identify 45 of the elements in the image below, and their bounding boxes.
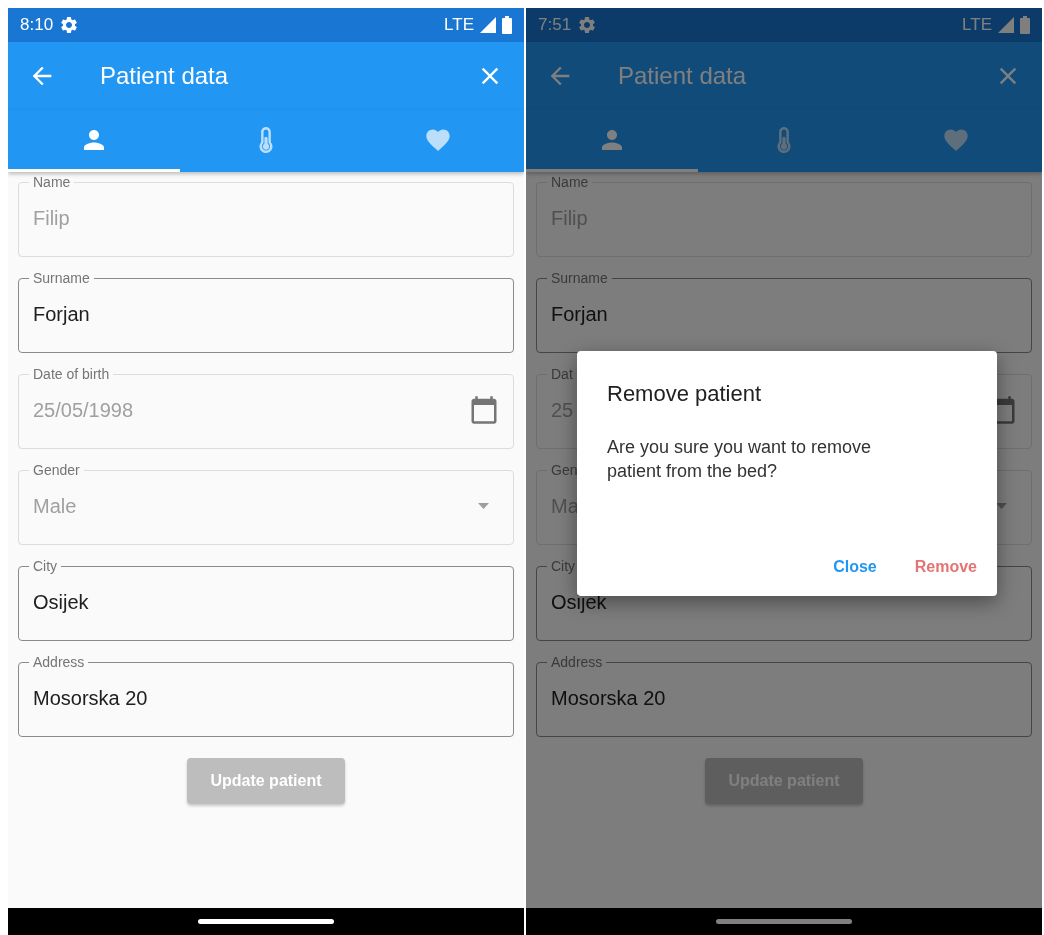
- field-value: Male: [33, 494, 77, 518]
- field-value: Forjan: [33, 302, 90, 326]
- dialog-message: Are you sure you want to remove patient from the bed?: [607, 436, 873, 483]
- dialog-action[interactable]: Close: [833, 558, 877, 576]
- network-label: LTE: [444, 15, 474, 35]
- text-field[interactable]: Surname Forjan: [18, 270, 514, 353]
- text-field[interactable]: Address Mosorska 20: [536, 654, 1032, 737]
- signal-icon: [998, 17, 1014, 33]
- signal-icon: [480, 17, 496, 33]
- app-bar-title: Patient data: [618, 62, 748, 90]
- field-value: Mosorska 20: [551, 686, 666, 710]
- gear-icon: [59, 15, 80, 35]
- battery-icon: [1020, 16, 1030, 34]
- field-label: Surname: [32, 270, 91, 286]
- network-label: LTE: [962, 15, 992, 35]
- text-field[interactable]: City Osijek: [18, 558, 514, 641]
- caret-icon: [996, 503, 1007, 509]
- field-label: Date of birth: [32, 366, 111, 382]
- field-label: Address: [32, 654, 86, 670]
- app-bar-title: Patient data: [100, 62, 230, 90]
- field-label: Name: [32, 174, 72, 190]
- text-field[interactable]: Address Mosorska 20: [18, 654, 514, 737]
- field-label: Gen: [550, 462, 579, 478]
- field-label: Dat: [550, 366, 574, 382]
- field-label: City: [550, 558, 577, 574]
- field-value: Mosorska 20: [33, 686, 148, 710]
- status-time: 7:51: [538, 15, 572, 35]
- field-value: Osijek: [33, 590, 89, 614]
- tab[interactable]: [8, 110, 180, 172]
- field-label: Address: [550, 654, 604, 670]
- field-label: Gender: [32, 462, 81, 478]
- field-label: Surname: [550, 270, 609, 286]
- tab[interactable]: [352, 110, 524, 172]
- gear-icon: [577, 15, 598, 35]
- field-value: Filip: [33, 206, 70, 230]
- field-label: City: [32, 558, 59, 574]
- dialog-action[interactable]: Remove: [914, 558, 977, 576]
- field-value: 25/05/1998: [33, 398, 134, 422]
- status-time: 8:10: [20, 15, 54, 35]
- field-value: Osijek: [551, 590, 607, 614]
- dialog-title: Remove patient: [607, 381, 763, 407]
- field-label: Name: [550, 174, 590, 190]
- field-value: Forjan: [551, 302, 608, 326]
- caret-icon: [478, 503, 489, 509]
- battery-icon: [502, 16, 512, 34]
